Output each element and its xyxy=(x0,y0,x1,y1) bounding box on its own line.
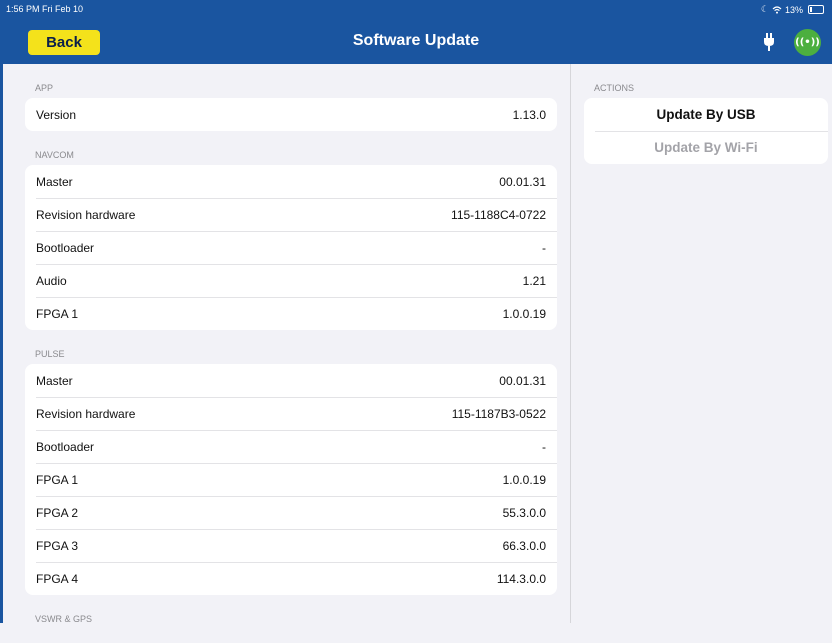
row-label: Master xyxy=(36,174,73,189)
status-right: ☾ 13% xyxy=(761,4,824,15)
versions-column: APP Version 1.13.0 NAVCOM Master 00.01.3… xyxy=(25,64,557,629)
table-row: Revision hardware 115-1187B3-0522 xyxy=(25,397,557,430)
row-value: - xyxy=(542,439,546,454)
actions-column: ACTIONS Update By USB Update By Wi-Fi xyxy=(584,64,828,164)
table-row: Master 00.01.31 xyxy=(25,165,557,198)
row-value: 115-1187B3-0522 xyxy=(451,406,546,421)
battery-percent: 13% xyxy=(784,4,803,15)
section-header-pulse: PULSE xyxy=(35,349,65,359)
wifi-antenna-icon[interactable]: ((•)) xyxy=(794,29,821,56)
column-divider xyxy=(570,64,571,623)
moon-icon: ☾ xyxy=(760,4,769,14)
row-label: FPGA 1 xyxy=(36,306,79,321)
row-value: 66.3.0.0 xyxy=(502,538,546,553)
table-row: Revision hardware 115-1188C4-0722 xyxy=(25,198,557,231)
row-value: 1.0.0.19 xyxy=(502,306,546,321)
plug-icon xyxy=(764,33,774,51)
row-label: Version xyxy=(36,107,77,122)
row-value: 1.13.0 xyxy=(512,107,546,122)
row-label: Master xyxy=(36,373,73,388)
table-row: Audio 1.21 xyxy=(25,264,557,297)
row-value: 115-1188C4-0722 xyxy=(451,207,546,222)
row-value: 1.21 xyxy=(522,273,546,288)
table-row: Version 1.13.0 xyxy=(25,98,557,131)
table-row: Bootloader - xyxy=(25,430,557,463)
navcom-group: Master 00.01.31 Revision hardware 115-11… xyxy=(25,165,557,330)
update-by-wifi-button[interactable]: Update By Wi-Fi xyxy=(584,131,828,164)
actions-group: Update By USB Update By Wi-Fi xyxy=(584,98,828,164)
nav-bar: Back Software Update ((•)) xyxy=(0,20,832,64)
table-row: Master 00.01.31 xyxy=(25,364,557,397)
update-by-usb-button[interactable]: Update By USB xyxy=(584,98,828,131)
section-header-vswr-gps: VSWR & GPS xyxy=(35,614,93,624)
window-edge xyxy=(0,0,3,623)
section-header-actions: ACTIONS xyxy=(594,83,635,93)
row-value: 55.3.0.0 xyxy=(502,505,546,520)
row-value: 1.0.0.19 xyxy=(502,472,546,487)
pulse-group: Master 00.01.31 Revision hardware 115-11… xyxy=(25,364,557,595)
status-time: 1:56 PM Fri Feb 10 xyxy=(6,4,84,14)
table-row: FPGA 1 1.0.0.19 xyxy=(25,463,557,496)
row-label: Revision hardware xyxy=(36,406,136,421)
app-group: Version 1.13.0 xyxy=(25,98,557,131)
row-label: Bootloader xyxy=(36,240,95,255)
status-bar: 1:56 PM Fri Feb 10 ☾ 13% xyxy=(0,0,832,20)
row-value: 00.01.31 xyxy=(499,373,546,388)
table-row: Bootloader - xyxy=(25,231,557,264)
row-label: Bootloader xyxy=(36,439,95,454)
row-label: FPGA 1 xyxy=(36,472,79,487)
row-value: 00.01.31 xyxy=(499,174,546,189)
table-row: FPGA 1 1.0.0.19 xyxy=(25,297,557,330)
row-label: Audio xyxy=(36,273,67,288)
row-label: FPGA 4 xyxy=(36,571,79,586)
table-row: FPGA 2 55.3.0.0 xyxy=(25,496,557,529)
battery-icon xyxy=(808,5,824,14)
section-header-navcom: NAVCOM xyxy=(35,150,74,160)
row-value: 114.3.0.0 xyxy=(496,571,546,586)
row-label: FPGA 3 xyxy=(36,538,79,553)
table-row: FPGA 3 66.3.0.0 xyxy=(25,529,557,562)
page-title: Software Update xyxy=(352,32,480,49)
row-label: FPGA 2 xyxy=(36,505,79,520)
table-row: FPGA 4 114.3.0.0 xyxy=(25,562,557,595)
battery-fill xyxy=(810,7,812,12)
row-label: Revision hardware xyxy=(36,207,136,222)
wifi-icon xyxy=(772,5,782,14)
row-value: - xyxy=(542,240,546,255)
section-header-app: APP xyxy=(35,83,54,93)
